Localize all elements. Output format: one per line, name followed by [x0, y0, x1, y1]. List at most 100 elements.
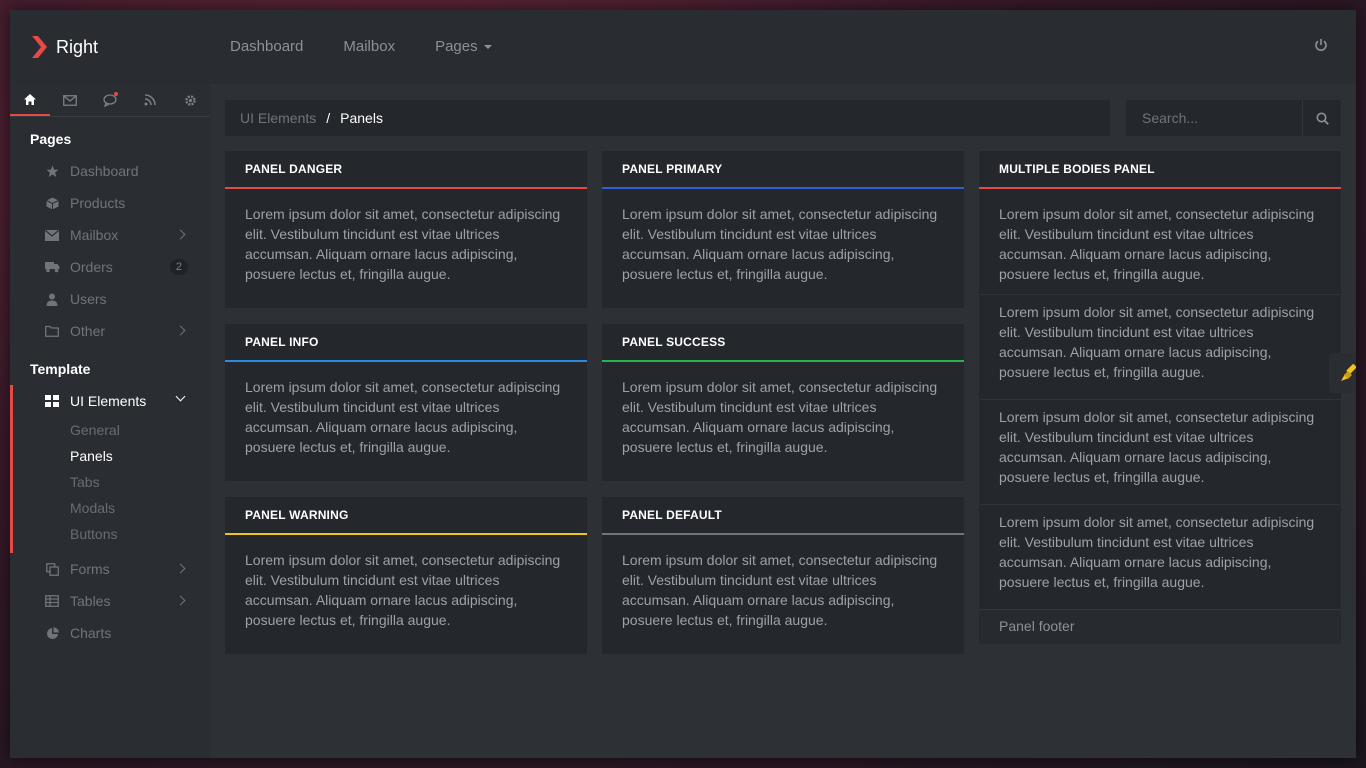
pages-menu: Dashboard Products Mailbox Orders 2 User…: [10, 155, 210, 347]
chevron-right-icon: [175, 229, 186, 240]
top-nav-pages[interactable]: Pages: [435, 38, 492, 55]
envelope-icon: [63, 94, 77, 106]
orders-count-badge: 2: [169, 259, 188, 275]
sidebar-subitem-modals[interactable]: Modals: [10, 495, 210, 521]
panel-footer: Panel footer: [979, 609, 1341, 644]
sidebar-item-mailbox[interactable]: Mailbox: [10, 219, 210, 251]
panel-danger: PANEL DANGER Lorem ipsum dolor sit amet,…: [225, 151, 587, 308]
chevron-right-icon: [175, 595, 186, 606]
search-input[interactable]: [1126, 100, 1302, 136]
chevron-right-icon: [175, 563, 186, 574]
sidebar-item-label: Mailbox: [70, 227, 119, 243]
sidebar-item-dashboard[interactable]: Dashboard: [10, 155, 210, 187]
sidebar-item-other[interactable]: Other: [10, 315, 210, 347]
top-nav-dashboard[interactable]: Dashboard: [230, 38, 303, 55]
panel-body: Lorem ipsum dolor sit amet, consectetur …: [622, 552, 938, 628]
sidebar-item-forms[interactable]: Forms: [10, 553, 210, 585]
chevron-down-icon: [175, 391, 186, 402]
brand-logo-icon: [32, 36, 47, 58]
sidebar-tab-rss[interactable]: [130, 84, 170, 116]
panel-body: Lorem ipsum dolor sit amet, consectetur …: [979, 399, 1341, 504]
sidebar-item-users[interactable]: Users: [10, 283, 210, 315]
sidebar-item-label: Users: [70, 291, 107, 307]
gear-icon: [184, 94, 196, 106]
panel-body: Lorem ipsum dolor sit amet, consectetur …: [622, 206, 938, 282]
pages-heading: Pages: [30, 131, 72, 147]
star-icon: [44, 164, 60, 178]
sidebar-subitem-buttons[interactable]: Buttons: [10, 521, 210, 547]
panel-title: PANEL WARNING: [225, 497, 587, 535]
panel-body: Lorem ipsum dolor sit amet, consectetur …: [245, 206, 561, 282]
sidebar-tabs: [10, 84, 210, 117]
panel-body: Lorem ipsum dolor sit amet, consectetur …: [979, 504, 1341, 609]
chevron-right-icon: [175, 325, 186, 336]
sidebar-item-orders[interactable]: Orders 2: [10, 251, 210, 283]
template-heading: Template: [30, 361, 91, 377]
panel-info: PANEL INFO Lorem ipsum dolor sit amet, c…: [225, 324, 587, 481]
sidebar-item-label: Orders: [70, 259, 113, 275]
panel-body: Lorem ipsum dolor sit amet, consectetur …: [245, 552, 561, 628]
caret-down-icon: [483, 44, 492, 49]
user-icon: [44, 292, 60, 306]
sidebar-item-products[interactable]: Products: [10, 187, 210, 219]
sidebar-tab-home[interactable]: [10, 84, 50, 116]
sidebar: Pages Dashboard Products Mailbox Orders …: [10, 84, 210, 758]
panel-warning: PANEL WARNING Lorem ipsum dolor sit amet…: [225, 497, 587, 654]
panel-body: Lorem ipsum dolor sit amet, consectetur …: [245, 379, 561, 455]
template-menu: Forms Tables Charts: [10, 553, 210, 649]
panel-title: PANEL PRIMARY: [602, 151, 964, 189]
sidebar-item-label: Dashboard: [70, 163, 139, 179]
envelope-icon: [44, 228, 60, 242]
brand-name: Right: [56, 36, 99, 57]
truck-icon: [44, 260, 60, 274]
app-window: Right Dashboard Mailbox Pages Pages Dash…: [10, 10, 1356, 758]
sidebar-subitem-general[interactable]: General: [10, 417, 210, 443]
search-box: [1126, 100, 1341, 136]
sidebar-tab-mail[interactable]: [50, 84, 90, 116]
sidebar-item-ui-elements[interactable]: UI Elements: [10, 385, 210, 417]
panel-title: PANEL INFO: [225, 324, 587, 362]
panel-default: PANEL DEFAULT Lorem ipsum dolor sit amet…: [602, 497, 964, 654]
rss-icon: [144, 94, 156, 106]
breadcrumb-separator: /: [326, 110, 331, 126]
sidebar-item-label: UI Elements: [70, 393, 147, 409]
breadcrumb-current: Panels: [340, 110, 383, 126]
sidebar-item-label: Tables: [70, 593, 111, 609]
grid-icon: [44, 394, 60, 408]
sidebar-item-label: Products: [70, 195, 126, 211]
pie-chart-icon: [44, 626, 60, 640]
copy-icon: [44, 562, 60, 576]
brand[interactable]: Right: [30, 34, 98, 60]
top-nav: Dashboard Mailbox Pages: [230, 38, 532, 55]
theme-customizer-button[interactable]: [1329, 353, 1356, 393]
panel-body: Lorem ipsum dolor sit amet, consectetur …: [979, 294, 1341, 399]
panel-success: PANEL SUCCESS Lorem ipsum dolor sit amet…: [602, 324, 964, 481]
paint-brush-icon: [1341, 364, 1356, 381]
sidebar-item-tables[interactable]: Tables: [10, 585, 210, 617]
search-button[interactable]: [1302, 100, 1341, 136]
top-nav-pages-label: Pages: [435, 38, 478, 55]
panel-title: MULTIPLE BODIES PANEL: [979, 151, 1341, 189]
home-icon: [24, 93, 36, 105]
search-icon: [1316, 112, 1329, 125]
panel-primary: PANEL PRIMARY Lorem ipsum dolor sit amet…: [602, 151, 964, 308]
notification-dot: [114, 92, 118, 96]
power-icon[interactable]: [1314, 38, 1328, 52]
top-nav-mailbox[interactable]: Mailbox: [343, 38, 395, 55]
panel-body: Lorem ipsum dolor sit amet, consectetur …: [999, 206, 1315, 282]
panel-title: PANEL SUCCESS: [602, 324, 964, 362]
panel-title: PANEL DEFAULT: [602, 497, 964, 535]
panel-body: Lorem ipsum dolor sit amet, consectetur …: [622, 379, 938, 455]
ui-elements-group: UI Elements General Panels Tabs Modals B…: [10, 385, 210, 553]
sidebar-subitem-tabs[interactable]: Tabs: [10, 469, 210, 495]
breadcrumb-parent[interactable]: UI Elements: [240, 110, 316, 126]
sidebar-item-charts[interactable]: Charts: [10, 617, 210, 649]
sidebar-tab-chat[interactable]: [90, 84, 130, 116]
panel-multiple-bodies: MULTIPLE BODIES PANEL Lorem ipsum dolor …: [979, 151, 1341, 644]
cube-icon: [44, 196, 60, 210]
sidebar-item-label: Other: [70, 323, 106, 339]
sidebar-tab-settings[interactable]: [170, 84, 210, 116]
sidebar-item-label: Charts: [70, 625, 112, 641]
table-icon: [44, 594, 60, 608]
sidebar-subitem-panels[interactable]: Panels: [10, 443, 210, 469]
